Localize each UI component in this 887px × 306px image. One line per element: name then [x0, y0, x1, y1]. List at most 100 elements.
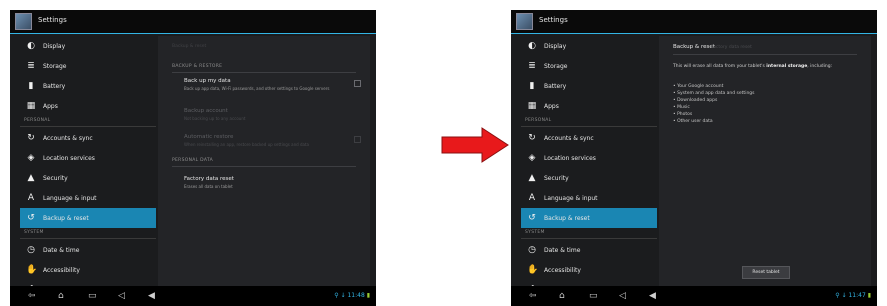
sidebar-item-label: Date & time: [544, 247, 581, 254]
sidebar-item-label: Accounts & sync: [544, 135, 594, 142]
right-arrow-icon: [441, 127, 509, 163]
recent-apps-icon[interactable]: ▭: [88, 291, 97, 301]
list-item: • Your Google account: [673, 84, 724, 89]
sidebar-item-security[interactable]: ▲ Security: [521, 168, 657, 188]
sidebar-item-accounts-sync[interactable]: ↻ Accounts & sync: [20, 128, 156, 148]
breadcrumb-current: Factory data reset: [711, 45, 752, 50]
home-icon[interactable]: ⌂: [58, 291, 64, 301]
backup-reset-panel: Backup & reset BACKUP & RESTORE Back up …: [158, 36, 370, 286]
sidebar-item-label: Storage: [43, 63, 67, 70]
sidebar-item-label: Storage: [544, 63, 568, 70]
sidebar-item-display[interactable]: ◐ Display: [521, 36, 657, 56]
divider: [673, 54, 857, 55]
section-backup-restore: BACKUP & RESTORE: [172, 64, 358, 73]
sidebar-item-apps[interactable]: ▦ Apps: [20, 96, 156, 116]
sidebar-item-label: Location services: [544, 155, 596, 162]
sidebar-item-display[interactable]: ◐ Display: [20, 36, 156, 56]
recent-apps-icon[interactable]: ▭: [589, 291, 598, 301]
settings-app-icon[interactable]: [15, 13, 32, 30]
sidebar-item-backup-reset[interactable]: ↺ Backup & reset: [521, 208, 657, 228]
desc-text: This will erase all data from your table…: [673, 64, 765, 69]
reset-tablet-button[interactable]: Reset tablet: [742, 266, 790, 279]
sidebar-header: PERSONAL: [19, 118, 159, 127]
sidebar-item-label: Accounts & sync: [43, 135, 93, 142]
usb-icon: ⚲: [334, 292, 339, 299]
apps-icon: ▦: [527, 101, 537, 111]
sidebar-item-accessibility[interactable]: ✋ Accessibility: [521, 260, 657, 280]
location-icon: ◈: [27, 153, 35, 163]
back-icon[interactable]: ⇦: [529, 291, 537, 301]
sidebar-item-storage[interactable]: ≣ Storage: [521, 56, 657, 76]
sidebar-item-date-time[interactable]: ◷ Date & time: [521, 240, 657, 260]
storage-icon: ≣: [27, 61, 35, 71]
backup-data-checkbox[interactable]: [354, 80, 361, 87]
auto-restore-title[interactable]: Automatic restore: [184, 134, 233, 140]
sidebar-item-security[interactable]: ▲ Security: [20, 168, 156, 188]
volume-up-icon[interactable]: ◀: [148, 291, 155, 301]
battery-status-icon: ▮: [867, 292, 871, 299]
sidebar-item-label: Language & input: [43, 195, 97, 202]
factory-reset-title[interactable]: Factory data reset: [184, 176, 234, 182]
sidebar-item-label: Language & input: [544, 195, 598, 202]
sidebar-header: SYSTEM: [521, 230, 656, 239]
apps-icon: ▦: [26, 101, 36, 111]
backup-account-title[interactable]: Backup account: [184, 108, 228, 114]
clock: 11:47: [848, 292, 866, 299]
sidebar-item-storage[interactable]: ≣ Storage: [20, 56, 156, 76]
display-icon: ◐: [27, 41, 35, 51]
sidebar-item-battery[interactable]: ▮ Battery: [20, 76, 156, 96]
backup-icon: ↺: [27, 213, 35, 223]
download-icon: ↓: [340, 292, 346, 299]
battery-status-icon: ▮: [366, 292, 370, 299]
system-nav-bar: ⇦ ⌂ ▭ ◁ ◀ ⚲ ↓ 11:47 ▮: [511, 286, 877, 306]
back-icon[interactable]: ⇦: [28, 291, 36, 301]
accessibility-icon: ✋: [26, 265, 38, 275]
location-icon: ◈: [528, 153, 536, 163]
section-personal-data: PERSONAL DATA: [172, 158, 356, 167]
status-clock: ⚲ ↓ 11:48 ▮: [334, 292, 370, 299]
backup-icon: ↺: [528, 213, 536, 223]
settings-app-icon[interactable]: [516, 13, 533, 30]
lock-icon: ▲: [27, 173, 35, 183]
list-item: • Other user data: [673, 119, 713, 124]
breadcrumb[interactable]: Backup & reset: [673, 44, 715, 50]
sidebar-item-battery[interactable]: ▮ Battery: [521, 76, 657, 96]
list-item: • Photos: [673, 112, 693, 117]
sidebar-item-accessibility[interactable]: ✋ Accessibility: [20, 260, 156, 280]
list-item: • System and app data and settings: [673, 91, 755, 96]
transition-arrow: [441, 127, 509, 163]
home-icon[interactable]: ⌂: [559, 291, 565, 301]
sidebar-item-label: Accessibility: [43, 267, 80, 274]
volume-down-icon[interactable]: ◁: [118, 291, 125, 301]
panel-title: Backup & reset: [172, 44, 207, 49]
sidebar-item-location-services[interactable]: ◈ Location services: [521, 148, 657, 168]
sidebar-item-label: Date & time: [43, 247, 80, 254]
list-item: • Music: [673, 105, 690, 110]
sidebar-header: SYSTEM: [20, 230, 155, 239]
sidebar-item-backup-reset[interactable]: ↺ Backup & reset: [20, 208, 156, 228]
sidebar-item-location-services[interactable]: ◈ Location services: [20, 148, 156, 168]
sidebar-item-apps[interactable]: ▦ Apps: [521, 96, 657, 116]
auto-restore-checkbox[interactable]: [354, 136, 361, 143]
volume-up-icon[interactable]: ◀: [649, 291, 656, 301]
battery-icon: ▮: [28, 81, 34, 91]
settings-sidebar: ◐ Display ≣ Storage ▮ Battery ▦ Apps PERSONAL ↻ Ac…: [520, 36, 660, 305]
settings-screen-before: Settings ◐ Display ≣ Storage ▮ Battery ▦ Apps PE…: [10, 10, 376, 306]
sidebar-item-label: Battery: [544, 83, 567, 90]
backup-data-title[interactable]: Back up my data: [184, 78, 231, 84]
sidebar-header: PERSONAL: [520, 118, 660, 127]
backup-data-summary: Back up app data, Wi-Fi passwords, and o…: [184, 86, 330, 91]
settings-screen-after: Settings ◐ Display ≣ Storage ▮ Battery ▦ Apps PE…: [511, 10, 877, 306]
desc-bold: internal storage: [766, 64, 808, 69]
sidebar-item-accounts-sync[interactable]: ↻ Accounts & sync: [521, 128, 657, 148]
sidebar-item-label: Display: [544, 43, 567, 50]
factory-reset-summary: Erases all data on tablet: [184, 184, 233, 189]
sidebar-item-label: Apps: [43, 103, 58, 110]
volume-down-icon[interactable]: ◁: [619, 291, 626, 301]
status-clock: ⚲ ↓ 11:47 ▮: [835, 292, 871, 299]
system-nav-bar: ⇦ ⌂ ▭ ◁ ◀ ⚲ ↓ 11:48 ▮: [10, 286, 376, 306]
sidebar-item-date-time[interactable]: ◷ Date & time: [20, 240, 156, 260]
sidebar-item-language-input[interactable]: A Language & input: [521, 188, 657, 208]
reset-description: This will erase all data from your table…: [673, 64, 863, 70]
sidebar-item-language-input[interactable]: A Language & input: [20, 188, 156, 208]
